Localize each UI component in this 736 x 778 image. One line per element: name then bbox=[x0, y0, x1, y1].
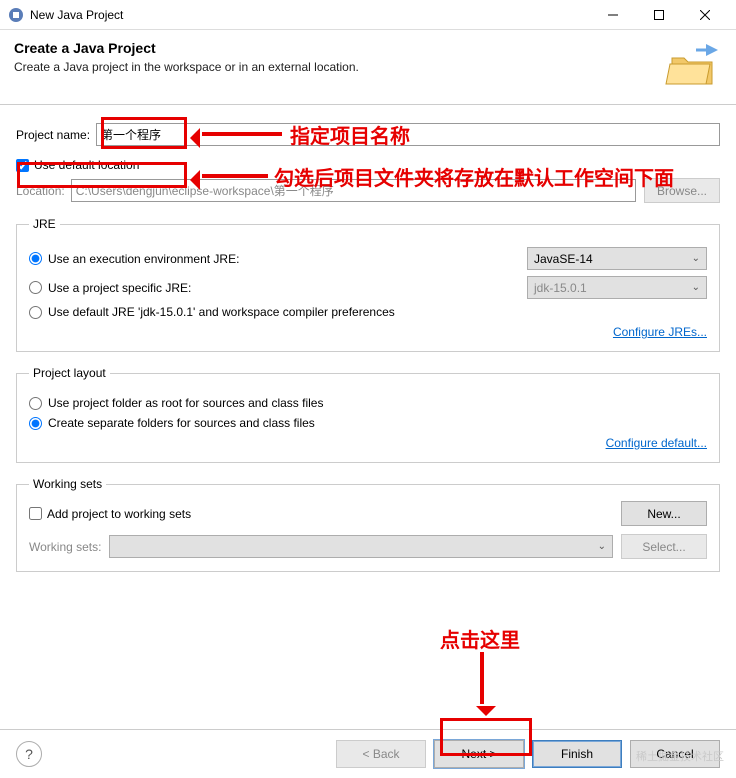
minimize-button[interactable] bbox=[590, 0, 636, 30]
use-default-location-row: Use default location bbox=[16, 158, 720, 172]
layout-separate-label: Create separate folders for sources and … bbox=[48, 416, 707, 430]
jre-project-radio[interactable] bbox=[29, 281, 42, 294]
project-name-input[interactable] bbox=[96, 123, 720, 146]
browse-button: Browse... bbox=[644, 178, 720, 203]
help-button[interactable]: ? bbox=[16, 741, 42, 767]
location-row: Location: Browse... bbox=[16, 178, 720, 203]
next-button[interactable]: Next > bbox=[434, 740, 524, 768]
dialog-footer: ? < Back Next > Finish Cancel bbox=[0, 729, 736, 768]
annotation-arrow-3 bbox=[480, 652, 484, 704]
add-to-working-sets-label: Add project to working sets bbox=[47, 507, 191, 521]
jre-default-label: Use default JRE 'jdk-15.0.1' and workspa… bbox=[48, 305, 707, 319]
chevron-down-icon: ⌄ bbox=[598, 541, 606, 552]
working-sets-label: Working sets: bbox=[29, 540, 101, 554]
back-button: < Back bbox=[336, 740, 426, 768]
jre-env-value: JavaSE-14 bbox=[534, 252, 593, 266]
jre-project-label: Use a project specific JRE: bbox=[48, 281, 527, 295]
window-title: New Java Project bbox=[30, 8, 590, 22]
jre-project-value: jdk-15.0.1 bbox=[534, 281, 587, 295]
location-label: Location: bbox=[16, 184, 65, 198]
add-to-working-sets-checkbox[interactable] bbox=[29, 507, 42, 520]
configure-jres-link[interactable]: Configure JREs... bbox=[613, 325, 707, 339]
layout-separate-radio[interactable] bbox=[29, 417, 42, 430]
jre-project-combo: jdk-15.0.1 ⌄ bbox=[527, 276, 707, 299]
folder-wizard-icon bbox=[662, 40, 722, 90]
titlebar: New Java Project bbox=[0, 0, 736, 30]
banner-description: Create a Java project in the workspace o… bbox=[14, 60, 654, 74]
cancel-button[interactable]: Cancel bbox=[630, 740, 720, 768]
working-sets-group: Working sets Add project to working sets… bbox=[16, 477, 720, 572]
chevron-down-icon: ⌄ bbox=[692, 282, 700, 293]
jre-legend: JRE bbox=[29, 217, 60, 231]
close-button[interactable] bbox=[682, 0, 728, 30]
configure-default-link[interactable]: Configure default... bbox=[606, 436, 707, 450]
use-default-location-checkbox[interactable] bbox=[16, 159, 29, 172]
select-working-set-button: Select... bbox=[621, 534, 707, 559]
project-name-row: Project name: bbox=[16, 123, 720, 146]
jre-group: JRE Use an execution environment JRE: Ja… bbox=[16, 217, 720, 352]
annotation-text-3: 点击这里 bbox=[440, 624, 520, 653]
jre-env-combo[interactable]: JavaSE-14 ⌄ bbox=[527, 247, 707, 270]
chevron-down-icon: ⌄ bbox=[692, 253, 700, 264]
finish-button[interactable]: Finish bbox=[532, 740, 622, 768]
use-default-location-label: Use default location bbox=[34, 158, 139, 172]
project-layout-legend: Project layout bbox=[29, 366, 110, 380]
working-sets-legend: Working sets bbox=[29, 477, 106, 491]
layout-root-radio[interactable] bbox=[29, 397, 42, 410]
layout-root-label: Use project folder as root for sources a… bbox=[48, 396, 707, 410]
jre-env-radio[interactable] bbox=[29, 252, 42, 265]
dialog-banner: Create a Java Project Create a Java proj… bbox=[0, 30, 736, 105]
project-layout-group: Project layout Use project folder as roo… bbox=[16, 366, 720, 463]
project-name-label: Project name: bbox=[16, 128, 90, 142]
banner-heading: Create a Java Project bbox=[14, 40, 654, 56]
location-input bbox=[71, 179, 636, 202]
new-working-set-button[interactable]: New... bbox=[621, 501, 707, 526]
jre-env-label: Use an execution environment JRE: bbox=[48, 252, 527, 266]
jre-default-radio[interactable] bbox=[29, 306, 42, 319]
working-sets-combo: ⌄ bbox=[109, 535, 613, 558]
maximize-button[interactable] bbox=[636, 0, 682, 30]
app-icon bbox=[8, 7, 24, 23]
